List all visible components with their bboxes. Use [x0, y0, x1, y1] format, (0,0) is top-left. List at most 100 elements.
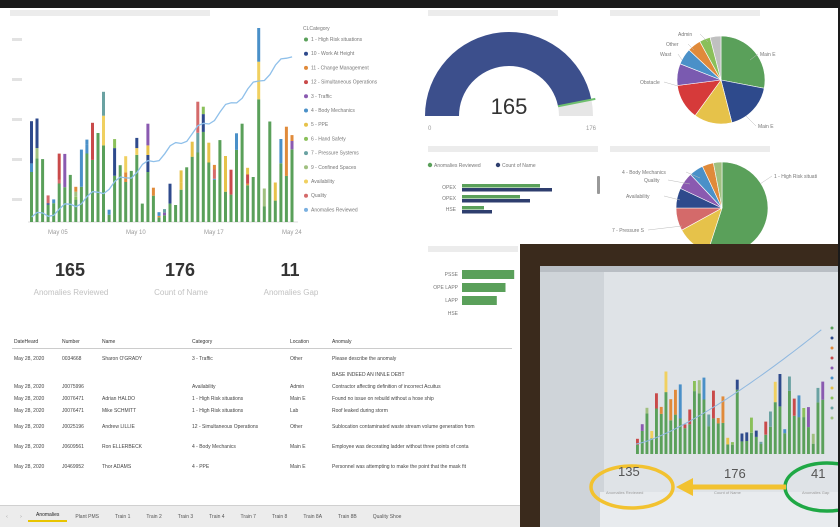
kpi-gap-value: 11	[280, 260, 300, 280]
main-bar-segment	[224, 156, 227, 192]
table-row[interactable]: May 28, 2020 J0609561 Ron ELLERBECK 4 - Bod…	[12, 437, 512, 457]
legend-label: 1 - High Risk situations	[311, 37, 363, 43]
bar2-bar[interactable]	[462, 283, 506, 292]
bar1-legend-marker[interactable]	[427, 162, 433, 168]
legend-marker[interactable]	[304, 151, 308, 156]
legend-marker[interactable]	[304, 37, 308, 42]
monitor-bar-segment	[821, 381, 825, 400]
legend-marker[interactable]	[304, 94, 308, 99]
bar1-bar-reviewed[interactable]	[462, 195, 520, 199]
monitor-bar-segment	[664, 371, 668, 393]
main-bar-segment	[102, 91, 105, 116]
col-header-number[interactable]: Number	[60, 336, 100, 349]
tab-scroll-right-icon[interactable]: ›	[14, 514, 28, 520]
main-bar-segment	[240, 123, 244, 222]
monitor-bar-segment	[788, 376, 791, 391]
legend-marker[interactable]	[304, 136, 308, 141]
tab-quality-shoe[interactable]: Quality Shoe	[365, 514, 410, 520]
table-row[interactable]: BASE INDEED AN INNLE DEBT	[12, 369, 512, 381]
table-cell-name: Ron ELLERBECK	[102, 444, 143, 450]
legend-label: Availability	[311, 179, 335, 185]
pie-top-label: Main E	[760, 52, 776, 58]
table-cell-anomaly: Please describe the anomaly	[332, 356, 397, 362]
monitor-bar-segment	[683, 428, 687, 454]
tab-anomalies[interactable]: Anomalies	[28, 512, 68, 522]
monitor-bar-segment	[773, 381, 777, 403]
legend-marker[interactable]	[304, 51, 308, 56]
kpi-gap-label: Anomalies Gap	[263, 288, 319, 297]
table-cell-category: 4 - Body Mechanics	[192, 444, 236, 450]
col-header-date[interactable]: DateHeard	[12, 336, 60, 349]
bar1-bar-reviewed[interactable]	[462, 184, 540, 188]
monitor-bar-segment	[655, 393, 658, 409]
monitor-bar-segment	[716, 418, 720, 424]
bar2-bar[interactable]	[462, 270, 515, 279]
monitor-bar-segment	[731, 444, 734, 454]
table-row[interactable]: May 28, 2020 J0075996 Availability Admin Con…	[12, 381, 512, 393]
table-cell-anomaly: Employee was decorating ladder without t…	[332, 444, 469, 450]
monitor-bar-segment	[712, 390, 715, 419]
tab-train-2[interactable]: Train 2	[138, 514, 169, 520]
tab-train-8b[interactable]: Train 8B	[330, 514, 365, 520]
monitor-screen: 135 Anomalies Reviewed 176 Count of Name…	[540, 266, 838, 527]
legend-marker[interactable]	[304, 165, 308, 170]
main-bar-segment	[157, 212, 161, 216]
main-bar-segment	[113, 139, 117, 149]
tab-plant-pms[interactable]: Plant PMS	[67, 514, 107, 520]
bar1-bar-count[interactable]	[462, 199, 530, 203]
table-cell-date: May 28, 2020	[14, 444, 45, 450]
main-bar-segment	[279, 139, 283, 164]
tab-train-7[interactable]: Train 7	[233, 514, 264, 520]
photo-kpi-count-value: 176	[724, 466, 746, 481]
main-bar-segment	[218, 140, 222, 222]
table-row[interactable]: May 28, 2020 0034668 Sharon O'GRADY 3 - Tra…	[12, 349, 512, 370]
main-y-tick-label	[12, 198, 22, 201]
main-bar-segment	[107, 209, 111, 215]
bar1-bar-reviewed[interactable]	[462, 206, 484, 210]
legend-marker[interactable]	[304, 65, 308, 70]
main-bar-segment	[63, 153, 67, 188]
bar1-legend-label: Count of Name	[502, 163, 536, 169]
monitor-bar-segment	[674, 414, 677, 454]
main-bar-segment	[135, 148, 139, 155]
tab-train-3[interactable]: Train 3	[170, 514, 201, 520]
table-cell-name	[100, 369, 190, 381]
slicer-scrollbar[interactable]	[597, 176, 600, 194]
legend-marker[interactable]	[304, 193, 308, 198]
table-row[interactable]: May 28, 2020 J0469952 Thor ADAMS 4 - PPE Mai…	[12, 457, 512, 477]
col-header-name[interactable]: Name	[100, 336, 190, 349]
pie-bottom-title-bar	[610, 146, 770, 152]
bar1-legend-marker[interactable]	[495, 162, 501, 168]
legend-marker[interactable]	[304, 108, 308, 113]
legend-marker[interactable]	[304, 122, 308, 127]
table-row[interactable]: May 28, 2020 J0076471 Adrian HALDO 1 - High…	[12, 393, 512, 405]
monitor-bar-segment	[688, 424, 692, 454]
col-header-category[interactable]: Category	[190, 336, 288, 349]
main-bar-segment	[57, 179, 61, 184]
bar1-bar-count[interactable]	[462, 210, 492, 214]
monitor-bar-segment	[669, 399, 673, 421]
monitor-legend-marker	[830, 336, 834, 340]
col-header-anomaly[interactable]: Anomaly	[330, 336, 512, 349]
legend-marker[interactable]	[304, 179, 308, 184]
tab-train-4[interactable]: Train 4	[201, 514, 232, 520]
table-cell-date: May 28, 2020	[14, 424, 45, 430]
tab-train-8[interactable]: Train 8	[264, 514, 295, 520]
monitor-bar-segment	[726, 437, 730, 445]
tab-scroll-left-icon[interactable]: ‹	[0, 514, 14, 520]
monitor-legend-marker	[830, 326, 834, 330]
table-cell-date: May 28, 2020	[14, 464, 45, 470]
main-bar-segment	[229, 194, 233, 222]
tab-train-1[interactable]: Train 1	[107, 514, 138, 520]
bar2-bar[interactable]	[462, 296, 497, 305]
legend-marker[interactable]	[304, 207, 308, 212]
photo-kpi-gap-label: Anomalies Gap	[802, 490, 830, 495]
table-row[interactable]: May 28, 2020 J0076471 Mike SCHMITT 1 - High…	[12, 405, 512, 417]
col-header-location[interactable]: Location	[288, 336, 330, 349]
legend-marker[interactable]	[304, 80, 308, 85]
table-row[interactable]: May 28, 2020 J0025196 Andrew LILLIE 12 - Si…	[12, 417, 512, 437]
tab-train-8a[interactable]: Train 8A	[295, 514, 330, 520]
main-y-tick-label	[12, 38, 22, 41]
bar1-bar-count[interactable]	[462, 188, 552, 192]
table-cell-anomaly: Found no issue on rebuild without a hose…	[332, 396, 434, 402]
